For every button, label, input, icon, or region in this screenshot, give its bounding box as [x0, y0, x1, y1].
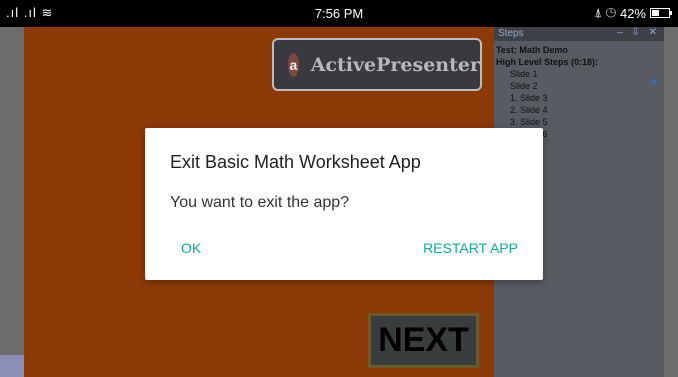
status-right: ⍋ ◷ 42% — [594, 5, 672, 21]
steps-header: Steps – ⇩ ✕ — [494, 27, 664, 41]
left-strip-tint — [0, 355, 24, 377]
ok-button[interactable]: OK — [181, 240, 201, 256]
dialog-message: You want to exit the app? — [170, 194, 350, 211]
activepresenter-logo: a ActivePresenter — [272, 38, 482, 91]
alarm-icon: ⍋ ◷ — [594, 5, 616, 20]
list-item[interactable]: 2. Slide 4 — [496, 104, 664, 116]
list-item[interactable]: 3. Slide 5 — [496, 116, 664, 128]
battery-percent: 42% — [619, 5, 646, 21]
status-clock: 7:56 PM — [314, 6, 364, 21]
logo-text: ActivePresenter — [310, 53, 480, 76]
activepresenter-logo-icon: a — [288, 52, 299, 77]
battery-icon — [650, 8, 672, 18]
arrow-right-icon: ➜ — [648, 76, 658, 88]
left-strip — [0, 27, 24, 377]
list-item[interactable]: Slide 2 — [496, 80, 664, 92]
status-bar: .ıl .ıl ≋ 7:56 PM ⍋ ◷ 42% — [0, 0, 678, 27]
test-name: Test: Math Demo — [496, 45, 568, 55]
list-item[interactable]: 1. Slide 3 — [496, 92, 664, 104]
right-strip — [664, 27, 678, 377]
restart-app-button[interactable]: RESTART APP — [423, 240, 518, 256]
next-button[interactable]: NEXT — [368, 313, 479, 368]
steps-title: Steps — [498, 28, 524, 39]
list-item[interactable]: Slide 1 — [496, 68, 664, 80]
exit-dialog: Exit Basic Math Worksheet App You want t… — [145, 128, 543, 280]
panel-controls[interactable]: – ⇩ ✕ — [617, 27, 660, 38]
high-level-steps: High Level Steps (0:18): — [496, 57, 599, 67]
dialog-title: Exit Basic Math Worksheet App — [170, 152, 421, 172]
steps-list: Test: Math Demo High Level Steps (0:18):… — [494, 41, 664, 140]
